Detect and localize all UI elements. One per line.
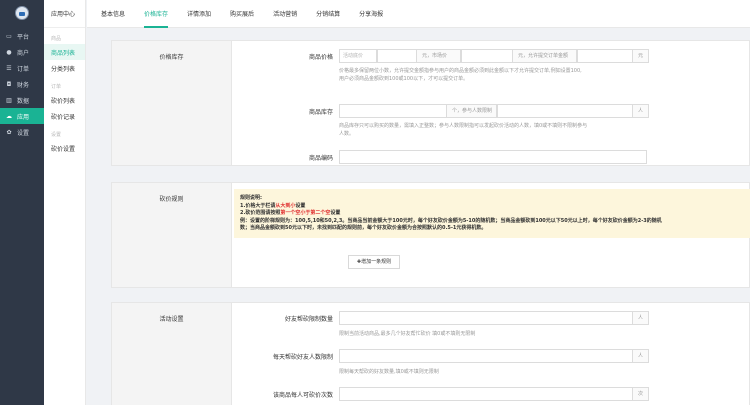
sub-item[interactable]: 商品列表 <box>44 44 85 60</box>
sub-item[interactable]: 分类列表 <box>44 60 85 76</box>
users-icon: ● <box>6 48 12 56</box>
daily-friend-limit-label: 每天帮砍好友人数限制 <box>272 354 333 361</box>
base-price-input[interactable]: 活动底价 <box>339 49 377 63</box>
add-rule-button[interactable]: ✚增加一条规则 <box>348 255 400 269</box>
code-row: 商品编码 <box>233 150 749 164</box>
friend-limit-row: 好友帮砍限制数量 人 <box>233 311 749 325</box>
tab-0[interactable]: 基本信息 <box>101 0 125 28</box>
tab-bar: 基本信息 价格库存 详情添加 购买展后 活动营销 分销结算 分享海报 <box>87 0 750 28</box>
activity-settings-card-title: 活动设置 <box>112 303 232 405</box>
tab-4[interactable]: 活动营销 <box>273 0 297 28</box>
participant-limit-input[interactable] <box>497 104 633 118</box>
daily-friend-limit-row: 每天帮砍好友人数限制 人 <box>233 349 749 363</box>
nav-item-label: 数据 <box>17 97 30 105</box>
sub-item[interactable]: 砍价设置 <box>44 140 85 156</box>
nav-item-5[interactable]: ☁ 应用 <box>0 108 44 124</box>
main-sidebar: ▭ 平台 ● 商户 ☰ 订单 ◘ 财务 ▥ 数据 ☁ 应用 ✿ 设置 <box>0 0 44 405</box>
daily-friend-limit-input[interactable] <box>339 349 633 363</box>
tab-3[interactable]: 购买展后 <box>230 0 254 28</box>
nav-item-label: 平台 <box>17 33 30 41</box>
daily-friend-limit-hint: 限制每天帮砍的好友数量,填0或不填则无限制 <box>339 369 439 375</box>
bargain-rules-card-title: 砍价规则 <box>112 183 232 287</box>
tab-1[interactable]: 价格库存 <box>144 0 169 28</box>
base-price-input-field[interactable] <box>377 49 417 63</box>
stock-input[interactable] <box>339 104 447 118</box>
app-icon: ☁ <box>6 112 12 120</box>
people-addon: 人 <box>633 104 649 118</box>
bargain-rules-card: 砍价规则 规则说明: 1.价格大于栏请从大到小设置 2.砍价范围请按照第一个空小… <box>111 182 750 288</box>
yuan-addon: 元 <box>633 49 649 63</box>
order-amount-addon: 元，允许提交订单金额 <box>513 49 577 63</box>
stock-label: 商品库存 <box>308 109 333 116</box>
secondary-sidebar: 应用中心 商品商品列表 分类列表订单砍价列表 砍价记录设置砍价设置 <box>44 0 86 405</box>
nav-item-label: 订单 <box>17 65 30 73</box>
product-code-input[interactable] <box>339 150 647 164</box>
monitor-icon: ▭ <box>6 32 12 40</box>
price-stock-card: 价格库存 商品价格 活动底价 元，市场价 元，允许提交订单金额 元 价格最多保留… <box>111 40 750 166</box>
activity-settings-card: 活动设置 好友帮砍限制数量 人 限制当前活动商品,最多几个好友帮忙砍价 填0或不… <box>111 302 750 405</box>
sub-item[interactable]: 砍价列表 <box>44 92 85 108</box>
order-amount-input[interactable] <box>577 49 633 63</box>
price-stock-card-title: 价格库存 <box>112 41 232 165</box>
gear-icon: ✿ <box>6 128 12 136</box>
friend-limit-hint: 限制当前活动商品,最多几个好友帮忙砍价 填0或不填则无限制 <box>339 331 476 337</box>
sub-item[interactable]: 砍价记录 <box>44 108 85 124</box>
per-user-times-input[interactable] <box>339 387 633 401</box>
nav-item-6[interactable]: ✿ 设置 <box>0 124 44 140</box>
main-content: 价格库存 商品价格 活动底价 元，市场价 元，允许提交订单金额 元 价格最多保留… <box>87 28 750 405</box>
market-price-addon: 元，市场价 <box>417 49 461 63</box>
price-hint: 价格最多保留两位小数，允许提交金额指参与用户的商品金额必须到此金额以下才允许提交… <box>339 68 582 82</box>
nav-item-label: 商户 <box>17 49 30 57</box>
code-label: 商品编码 <box>308 155 333 162</box>
friend-limit-input[interactable] <box>339 311 633 325</box>
per-user-times-label: 该商品每人可砍价次数 <box>272 392 333 399</box>
per-user-times-unit: 次 <box>633 387 649 401</box>
per-user-times-row: 该商品每人可砍价次数 次 <box>233 387 749 401</box>
nav-item-0[interactable]: ▭ 平台 <box>0 28 44 44</box>
nav-item-4[interactable]: ▥ 数据 <box>0 92 44 108</box>
list-icon: ☰ <box>6 64 12 72</box>
sub-group-label: 设置 <box>51 132 62 138</box>
market-price-input[interactable] <box>461 49 513 63</box>
stock-hint: 商品库存只可以购买的数量，需填入正整数；参与人数限制指可以发起砍价活动的人数，填… <box>339 123 588 137</box>
stock-row: 商品库存 个，参与人数限制 人 <box>233 104 749 118</box>
tab-5[interactable]: 分销结算 <box>316 0 340 28</box>
price-label: 商品价格 <box>308 54 333 61</box>
sub-group-label: 订单 <box>51 84 62 90</box>
price-row: 商品价格 活动底价 元，市场价 元，允许提交订单金额 元 <box>233 49 749 63</box>
app-logo <box>15 6 29 20</box>
nav-item-2[interactable]: ☰ 订单 <box>0 60 44 76</box>
finance-icon: ◘ <box>6 80 12 88</box>
friend-limit-unit: 人 <box>633 311 649 325</box>
friend-limit-label: 好友帮砍限制数量 <box>284 316 333 323</box>
rules-notice: 规则说明: 1.价格大于栏请从大到小设置 2.砍价范围请按照第一个空小于第二个空… <box>234 189 750 238</box>
sub-group-label: 商品 <box>51 36 62 42</box>
tab-6[interactable]: 分享海报 <box>359 0 383 28</box>
nav-item-label: 应用 <box>17 113 30 121</box>
participant-limit-addon: 个，参与人数限制 <box>447 104 497 118</box>
nav-item-1[interactable]: ● 商户 <box>0 44 44 60</box>
daily-friend-limit-unit: 人 <box>633 349 649 363</box>
chart-icon: ▥ <box>6 96 12 104</box>
nav-item-3[interactable]: ◘ 财务 <box>0 76 44 92</box>
secondary-sidebar-title: 应用中心 <box>44 0 85 28</box>
nav-item-label: 设置 <box>17 129 30 137</box>
tab-2[interactable]: 详情添加 <box>187 0 211 28</box>
nav-item-label: 财务 <box>17 81 30 89</box>
